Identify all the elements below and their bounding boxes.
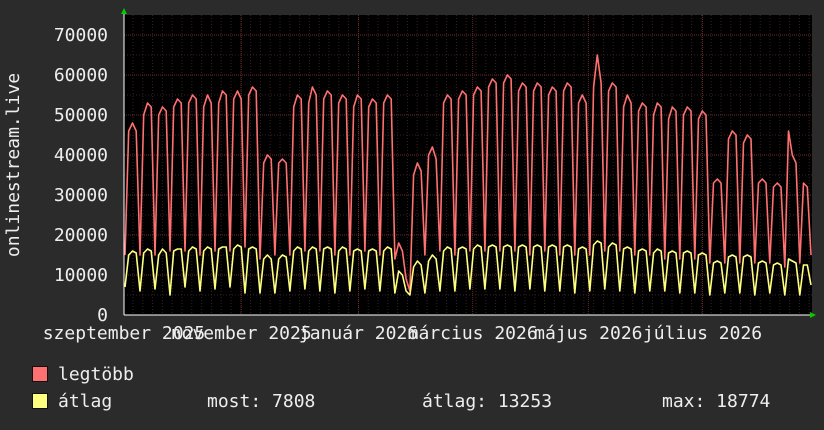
y-tick-label: 20000 [54,225,108,246]
x-tick-label: január 2026 [299,323,418,344]
y-tick-label: 60000 [54,65,108,86]
y-axis-label: onlinestream.live [3,73,24,257]
y-axis-arrow-icon [121,8,127,14]
legend-label-avg: átlag [58,391,113,412]
stat-now: most: 7808 [207,391,316,412]
stat-max: max: 18774 [662,391,771,412]
y-tick-label: 10000 [54,265,108,286]
y-tick-labels: 010000200003000040000500006000070000 [54,25,108,326]
x-tick-label: március 2026 [408,323,538,344]
x-tick-label: május 2026 [534,323,642,344]
stat-average: átlag: 13253 [422,391,553,412]
y-tick-label: 50000 [54,105,108,126]
x-axis-arrow-icon [810,312,816,318]
x-tick-label: július 2026 [643,323,762,344]
legend-label-max: legtöbb [58,364,134,385]
y-tick-label: 70000 [54,25,108,46]
y-tick-label: 30000 [54,185,108,206]
legend-swatch-max [32,366,48,382]
y-tick-label: 40000 [54,145,108,166]
legend-swatch-avg [32,393,48,409]
x-tick-label: november 2025 [171,323,312,344]
x-tick-labels: szeptember 2025november 2025január 2026m… [43,323,762,344]
